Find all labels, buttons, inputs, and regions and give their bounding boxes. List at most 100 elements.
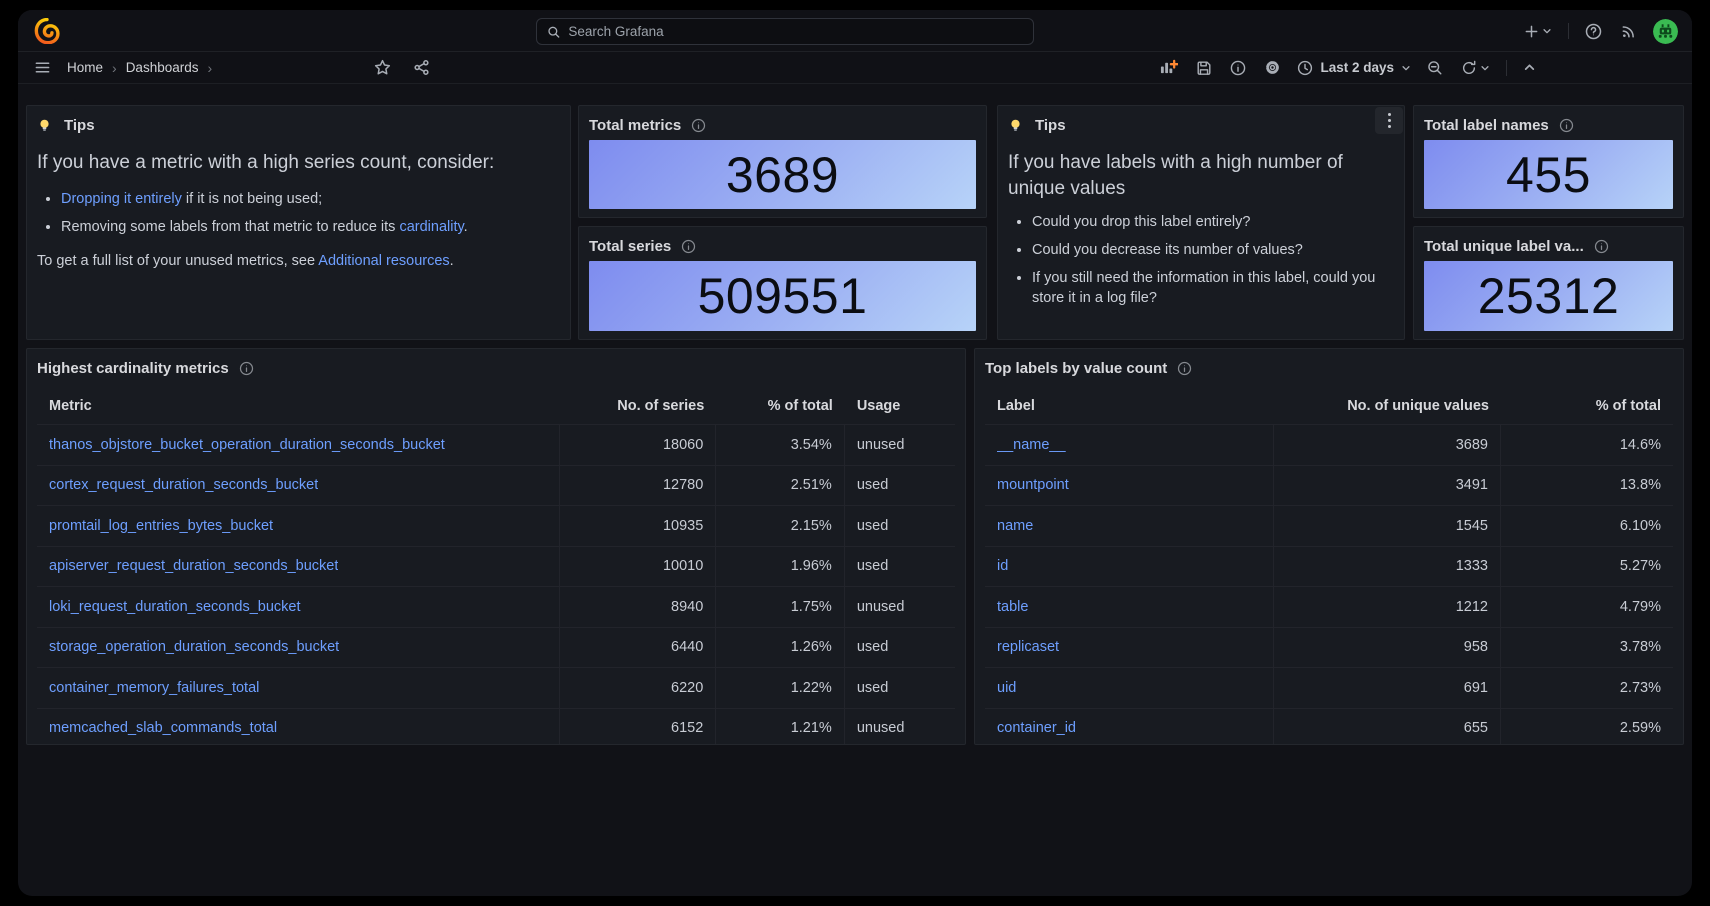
share-button[interactable] — [411, 57, 432, 78]
bot-avatar-icon — [1653, 19, 1678, 44]
add-panel-button[interactable] — [1157, 57, 1180, 78]
inline-link[interactable]: Additional resources — [318, 253, 449, 269]
value-cell: used — [845, 628, 955, 668]
collapse-toolbar-button[interactable] — [1521, 59, 1538, 76]
table-row: storage_operation_duration_seconds_bucke… — [37, 628, 955, 669]
text-run: Removing some labels from that metric to… — [61, 219, 399, 235]
panel-title: Tips — [1035, 117, 1066, 134]
cell-link[interactable]: replicaset — [997, 639, 1059, 655]
cell-link[interactable]: storage_operation_duration_seconds_bucke… — [49, 639, 339, 655]
column-header[interactable]: No. of series — [560, 388, 716, 424]
help-button[interactable] — [1583, 21, 1604, 42]
column-header[interactable]: % of total — [1501, 388, 1673, 424]
cell-link[interactable]: table — [997, 599, 1028, 615]
cell-link[interactable]: container_memory_failures_total — [49, 680, 259, 696]
info-icon[interactable] — [239, 361, 254, 376]
info-icon[interactable] — [1177, 361, 1192, 376]
text-run: if it is not being used; — [182, 191, 322, 207]
total-series-panel: Total series 509551 — [578, 226, 987, 340]
tips-bullet-list: Dropping it entirely if it is not being … — [61, 189, 560, 237]
value-cell: unused — [845, 425, 955, 465]
cell-link[interactable]: name — [997, 518, 1033, 534]
info-icon[interactable] — [691, 118, 706, 133]
link-cell: table — [985, 587, 1274, 627]
cell-link[interactable]: uid — [997, 680, 1016, 696]
text-run: If you still need the information in thi… — [1032, 270, 1375, 306]
news-button[interactable] — [1618, 21, 1639, 42]
cell-link[interactable]: cortex_request_duration_seconds_bucket — [49, 477, 318, 493]
table-row: loki_request_duration_seconds_bucket 8940… — [37, 587, 955, 628]
table-row: cortex_request_duration_seconds_bucket12… — [37, 466, 955, 507]
stat-value: 455 — [1506, 146, 1591, 204]
mega-menu-button[interactable] — [32, 57, 53, 78]
value-cell: 8940 — [560, 587, 716, 627]
global-search[interactable] — [536, 18, 1034, 45]
column-header[interactable]: No. of unique values — [1274, 388, 1501, 424]
panel-menu-button[interactable] — [1375, 107, 1403, 134]
cell-link[interactable]: apiserver_request_duration_seconds_bucke… — [49, 558, 338, 574]
breadcrumb-separator: › — [112, 60, 117, 76]
table-header-row: LabelNo. of unique values% of total — [985, 388, 1673, 425]
grafana-logo-icon[interactable] — [34, 18, 60, 44]
breadcrumb-dashboards[interactable]: Dashboards — [126, 60, 199, 75]
stat-value: 509551 — [698, 267, 868, 325]
cell-link[interactable]: promtail_log_entries_bytes_bucket — [49, 518, 273, 534]
dashboard-toolbar-bar: Home › Dashboards › — [18, 52, 1692, 84]
search-input[interactable] — [568, 24, 1023, 39]
stat-value: 25312 — [1478, 267, 1620, 325]
stat-value-box: 3689 — [589, 140, 976, 209]
tip-bullet: Could you decrease its number of values? — [1032, 240, 1394, 260]
column-header[interactable]: Label — [985, 388, 1274, 424]
tip-bullet: Removing some labels from that metric to… — [61, 217, 560, 237]
zoom-out-time-button[interactable] — [1425, 58, 1445, 78]
value-cell: 10935 — [560, 506, 716, 546]
user-avatar[interactable] — [1653, 19, 1678, 44]
value-cell: used — [845, 547, 955, 587]
rss-icon — [1620, 23, 1637, 40]
value-cell: 5.27% — [1501, 547, 1673, 587]
value-cell: 3.78% — [1501, 628, 1673, 668]
value-cell: 4.79% — [1501, 587, 1673, 627]
inline-link[interactable]: Dropping it entirely — [61, 191, 182, 207]
value-cell: 3689 — [1274, 425, 1501, 465]
clock-icon — [1297, 60, 1313, 76]
column-header[interactable]: Usage — [845, 388, 955, 424]
cell-link[interactable]: container_id — [997, 720, 1076, 736]
inline-link[interactable]: cardinality — [399, 219, 463, 235]
breadcrumb-home[interactable]: Home — [67, 60, 103, 75]
breadcrumb: Home › Dashboards › — [67, 60, 212, 76]
info-icon[interactable] — [1559, 118, 1574, 133]
column-header[interactable]: % of total — [716, 388, 845, 424]
tips-labels-panel: Tips If you have labels with a high numb… — [997, 105, 1405, 340]
value-cell: used — [845, 506, 955, 546]
value-cell: 1545 — [1274, 506, 1501, 546]
cell-link[interactable]: memcached_slab_commands_total — [49, 720, 277, 736]
kebab-icon — [1388, 112, 1391, 130]
favorite-button[interactable] — [372, 57, 393, 78]
save-dashboard-button[interactable] — [1194, 58, 1214, 78]
cell-link[interactable]: id — [997, 558, 1008, 574]
value-cell: 14.6% — [1501, 425, 1673, 465]
table-row: container_id6552.59% — [985, 709, 1673, 746]
total-label-names-panel: Total label names 455 — [1413, 105, 1684, 218]
cell-link[interactable]: __name__ — [997, 437, 1066, 453]
link-cell: container_id — [985, 709, 1274, 746]
dashboard-insights-button[interactable] — [1228, 58, 1248, 78]
cell-link[interactable]: mountpoint — [997, 477, 1069, 493]
info-icon[interactable] — [1594, 239, 1609, 254]
cell-link[interactable]: thanos_objstore_bucket_operation_duratio… — [49, 437, 445, 453]
column-header[interactable]: Metric — [37, 388, 560, 424]
new-menu-button[interactable] — [1522, 22, 1554, 41]
dashboard-settings-button[interactable] — [1262, 57, 1283, 78]
table-row: memcached_slab_commands_total61521.21%un… — [37, 709, 955, 746]
panel-title: Total label names — [1424, 117, 1549, 134]
dashboard-controls: Last 2 days — [1157, 57, 1678, 78]
info-icon[interactable] — [681, 239, 696, 254]
refresh-icon — [1461, 60, 1477, 76]
table-row: name15456.10% — [985, 506, 1673, 547]
cell-link[interactable]: loki_request_duration_seconds_bucket — [49, 599, 301, 615]
table-row: uid6912.73% — [985, 668, 1673, 709]
tip-bullet: If you still need the information in thi… — [1032, 268, 1394, 308]
refresh-button[interactable] — [1459, 58, 1492, 78]
time-range-picker[interactable]: Last 2 days — [1297, 60, 1411, 76]
